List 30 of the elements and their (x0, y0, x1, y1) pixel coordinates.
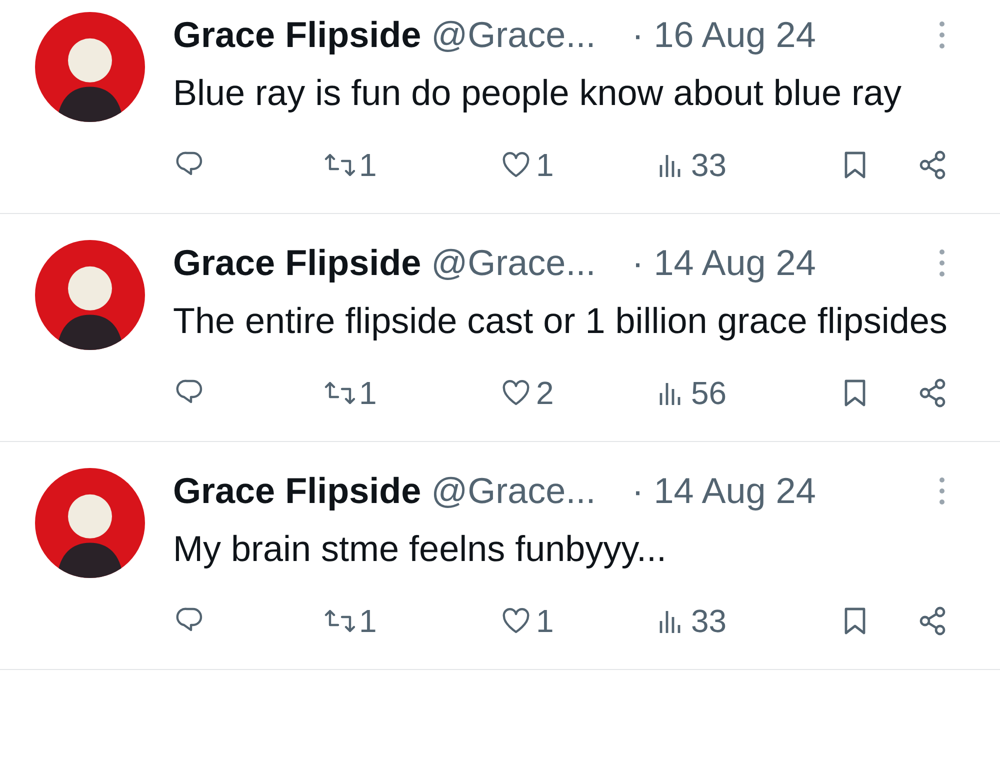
author-name[interactable]: Grace Flipside (173, 470, 422, 512)
post-date[interactable]: · 14 Aug 24 (632, 242, 816, 284)
author-name[interactable]: Grace Flipside (173, 242, 422, 284)
author-handle: @Grace... (431, 470, 596, 512)
count-text: 1 (536, 602, 554, 640)
views-button[interactable]: 33 (655, 146, 727, 184)
count-text: 56 (691, 374, 727, 412)
author-name[interactable]: Grace Flipside (173, 14, 422, 56)
count-text: 33 (691, 146, 727, 184)
post-text: Blue ray is fun do people know about blue ray (173, 71, 902, 115)
post-text: The entire flipside cast or 1 billion grace flipsides (173, 299, 948, 343)
author-handle: @Grace... (431, 242, 596, 284)
count-text: 1 (359, 374, 377, 412)
views-button[interactable]: 33 (655, 602, 727, 640)
count-text: 1 (536, 146, 554, 184)
count-text: 33 (691, 602, 727, 640)
count-text: 1 (359, 602, 377, 640)
like-button[interactable]: 1 (500, 602, 655, 640)
like-button[interactable]: 1 (500, 146, 655, 184)
repost-button[interactable]: 1 (323, 374, 500, 412)
repost-button[interactable]: 1 (323, 602, 500, 640)
count-text: 2 (536, 374, 554, 412)
like-button[interactable]: 2 (500, 374, 655, 412)
post-text: My brain stme feelns funbyyy... (173, 527, 668, 571)
author-handle: @Grace... (431, 14, 596, 56)
post-date[interactable]: · 14 Aug 24 (632, 470, 816, 512)
count-text: 1 (359, 146, 377, 184)
views-button[interactable]: 56 (655, 374, 727, 412)
post-date[interactable]: · 16 Aug 24 (632, 14, 816, 56)
repost-button[interactable]: 1 (323, 146, 500, 184)
